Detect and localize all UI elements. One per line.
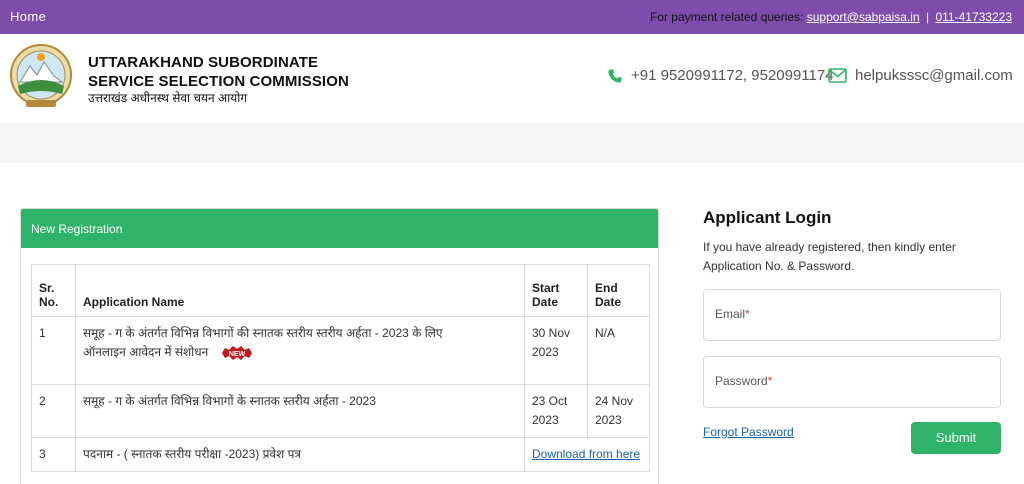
support-phone-link[interactable]: 011-41733223 xyxy=(935,10,1012,24)
phone-icon xyxy=(608,68,622,83)
cell-end-date: N/A xyxy=(587,316,650,385)
email-field[interactable]: Email* xyxy=(703,289,1001,341)
support-email-link[interactable]: support@sabpaisa.in xyxy=(807,10,920,24)
login-title: Applicant Login xyxy=(703,208,832,227)
applicant-login: Applicant Login If you have already regi… xyxy=(703,208,1003,454)
new-badge-text: NEW xyxy=(228,351,245,358)
submit-button[interactable]: Submit xyxy=(911,422,1001,454)
cell-application-name: पदनाम - ( स्नातक स्तरीय परीक्षा -2023) प… xyxy=(75,437,525,472)
org-name-line1: UTTARAKHAND SUBORDINATE xyxy=(88,54,319,71)
new-registration-panel: New Registration Sr. No. Application Name… xyxy=(20,208,659,484)
separator: | xyxy=(926,10,930,24)
cell-application-name[interactable]: समूह - ग के अंतर्गत विभिन्न विभागों की स… xyxy=(75,316,525,385)
password-placeholder: Password xyxy=(715,374,768,388)
panel-title: New Registration xyxy=(21,209,658,248)
cell-sr: 2 xyxy=(31,384,76,438)
cell-end-date: 24 Nov 2023 xyxy=(587,384,650,438)
grey-band xyxy=(0,122,1024,163)
organization-name: UTTARAKHAND SUBORDINATE SERVICE SELECTIO… xyxy=(88,53,349,106)
col-application-name: Application Name xyxy=(75,264,525,317)
contact-email: helpuksssc@gmail.com xyxy=(828,67,1013,84)
emblem-icon xyxy=(10,44,72,107)
new-badge-icon: NEW xyxy=(221,345,252,360)
payment-queries: For payment related queries: support@sab… xyxy=(650,10,1012,24)
login-description: If you have already registered, then kin… xyxy=(703,240,956,273)
applications-table: Sr. No. Application Name Start Date End Da… xyxy=(31,264,650,472)
org-name-hindi: उत्तराखंड अधीनस्थ सेवा चयन आयोग xyxy=(88,91,248,105)
cell-sr: 1 xyxy=(31,316,76,385)
home-link[interactable]: Home xyxy=(10,9,46,24)
cell-start-date: 23 Oct 2023 xyxy=(524,384,588,438)
site-header: UTTARAKHAND SUBORDINATE SERVICE SELECTIO… xyxy=(0,34,1024,122)
required-mark: * xyxy=(767,374,773,388)
table-header-row: Sr. No. Application Name Start Date End Da… xyxy=(31,264,650,317)
commission-logo[interactable] xyxy=(8,42,74,112)
col-start-date: Start Date xyxy=(524,264,588,317)
cell-sr: 3 xyxy=(31,437,76,472)
top-bar: Home For payment related queries: suppor… xyxy=(0,0,1024,34)
col-end-date: End Date xyxy=(587,264,650,317)
cell-start-date: 30 Nov 2023 xyxy=(524,316,588,385)
phone-numbers[interactable]: +91 9520991172, 9520991174 xyxy=(631,67,834,84)
forgot-password-link[interactable]: Forgot Password xyxy=(703,425,794,439)
cell-download: Download from here xyxy=(524,437,650,472)
payment-queries-label: For payment related queries: xyxy=(649,10,804,24)
password-field[interactable]: Password* xyxy=(703,356,1001,408)
required-mark: * xyxy=(745,307,750,321)
download-link[interactable]: Download from here xyxy=(532,447,640,461)
email-placeholder: Email xyxy=(715,307,746,321)
org-name-line2: SERVICE SELECTION COMMISSION xyxy=(88,73,349,90)
table-row: 2 समूह - ग के अंतर्गत विभिन्न विभागों के… xyxy=(31,384,650,438)
cell-application-name[interactable]: समूह - ग के अंतर्गत विभिन्न विभागों के स… xyxy=(75,384,525,438)
table-row: 3 पदनाम - ( स्नातक स्तरीय परीक्षा -2023)… xyxy=(31,437,650,472)
table-row: 1 समूह - ग के अंतर्गत विभिन्न विभागों की… xyxy=(31,316,650,385)
help-email[interactable]: helpuksssc@gmail.com xyxy=(855,67,1013,84)
col-sr-no: Sr. No. xyxy=(31,264,76,317)
envelope-icon xyxy=(828,68,847,83)
contact-phone: +91 9520991172, 9520991174 xyxy=(607,67,834,84)
